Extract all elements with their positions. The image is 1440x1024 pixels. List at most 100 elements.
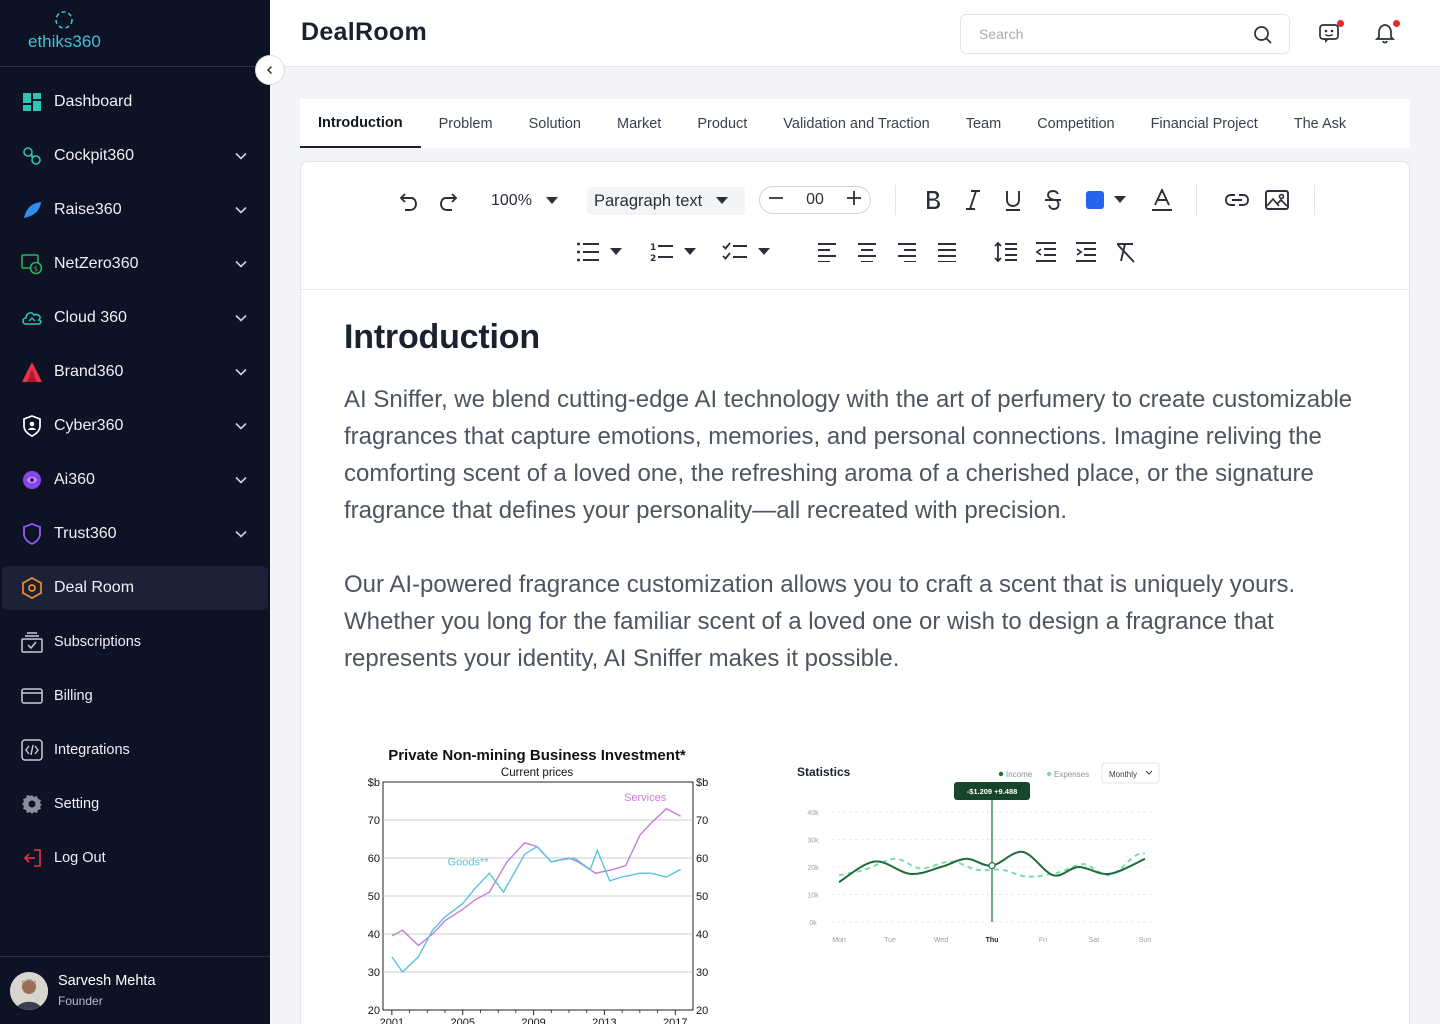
sidebar-item-brand360[interactable]: Brand360: [0, 345, 270, 399]
sidebar-item-subscriptions[interactable]: Subscriptions: [0, 615, 270, 669]
font-size-value[interactable]: 00: [806, 191, 824, 209]
font-size-stepper: 00: [759, 186, 871, 214]
decrease-font-size-button[interactable]: [768, 190, 784, 211]
notifications-button[interactable]: [1374, 20, 1400, 46]
chevron-down-icon[interactable]: [234, 311, 248, 325]
sidebar-item-raise360[interactable]: Raise360: [0, 183, 270, 237]
tab-solution[interactable]: Solution: [511, 99, 599, 148]
sidebar-item-deal-room[interactable]: Deal Room: [2, 566, 268, 610]
document-heading[interactable]: Introduction: [344, 318, 1366, 357]
tab-validation-and-traction[interactable]: Validation and Traction: [765, 99, 947, 148]
strikethrough-button[interactable]: [1040, 187, 1066, 213]
cloud-icon: [20, 306, 44, 330]
italic-button[interactable]: [960, 187, 986, 213]
chevron-down-icon[interactable]: [234, 365, 248, 379]
chevron-down-icon[interactable]: [234, 203, 248, 217]
integrations-icon: [20, 738, 44, 762]
chevron-down-icon[interactable]: [234, 473, 248, 487]
document-paragraph[interactable]: Our AI-powered fragrance customization a…: [344, 566, 1366, 677]
sidebar-item-cyber360[interactable]: Cyber360: [0, 399, 270, 453]
sidebar-item-label: Trust360: [54, 525, 117, 542]
cockpit-icon: [20, 144, 44, 168]
gear-icon: [20, 792, 44, 816]
tab-product[interactable]: Product: [679, 99, 765, 148]
search-icon[interactable]: [1253, 25, 1273, 50]
zoom-select[interactable]: 100%: [491, 188, 558, 214]
numbered-list-button[interactable]: 12: [645, 239, 701, 265]
chevron-down-icon[interactable]: [234, 257, 248, 271]
collapse-sidebar-button[interactable]: [255, 55, 285, 85]
y-tick-label: 0k: [809, 920, 817, 927]
bulleted-list-button[interactable]: [571, 239, 627, 265]
sidebar-item-logout[interactable]: Log Out: [0, 831, 270, 885]
color-swatch-icon: [1085, 191, 1104, 209]
bold-button[interactable]: [920, 187, 946, 213]
x-tick-label: Sat: [1089, 937, 1100, 944]
toolbar-divider: [1196, 185, 1197, 215]
statistics-chart[interactable]: Statistics Income Expenses Monthly 0k 10k 20k…: [791, 750, 1161, 980]
sidebar-item-dashboard[interactable]: Dashboard: [0, 75, 270, 129]
brand-logo[interactable]: ethiks360: [28, 10, 101, 52]
sidebar-item-cloud360[interactable]: Cloud 360: [0, 291, 270, 345]
tab-financial-project[interactable]: Financial Project: [1133, 99, 1276, 148]
chart-subtitle: Current prices: [501, 767, 573, 779]
deal-room-icon: [20, 576, 44, 600]
y-tick-label: 30: [368, 967, 380, 979]
insert-image-button[interactable]: [1264, 187, 1290, 213]
underline-button[interactable]: [1000, 187, 1026, 213]
search-input[interactable]: [979, 15, 1249, 53]
editor-toolbar: 100% Paragraph text 00 1 2: [301, 162, 1409, 290]
period-select-value: Monthly: [1109, 770, 1137, 779]
tab-introduction[interactable]: Introduction: [300, 99, 421, 148]
indent-icon: [1076, 242, 1096, 262]
font-color-button[interactable]: [1149, 187, 1175, 213]
document-paragraph[interactable]: AI Sniffer, we blend cutting-edge AI tec…: [344, 381, 1366, 529]
checklist-button[interactable]: [718, 239, 774, 265]
bulleted-list-icon: [577, 242, 599, 262]
align-left-button[interactable]: [814, 239, 840, 265]
insert-link-button[interactable]: [1224, 187, 1250, 213]
tab-problem[interactable]: Problem: [421, 99, 511, 148]
align-center-button[interactable]: [854, 239, 880, 265]
svg-text:2: 2: [650, 254, 656, 263]
sidebar-item-ai360[interactable]: Ai360: [0, 453, 270, 507]
tab-team[interactable]: Team: [948, 99, 1019, 148]
sidebar-item-cockpit360[interactable]: Cockpit360: [0, 129, 270, 183]
sidebar-item-trust360[interactable]: Trust360: [0, 507, 270, 561]
sidebar-item-label: Cyber360: [54, 417, 124, 434]
document-body[interactable]: Introduction AI Sniffer, we blend cuttin…: [301, 290, 1409, 742]
toolbar-divider: [895, 185, 896, 215]
sidebar-item-setting[interactable]: Setting: [0, 777, 270, 831]
paragraph-style-select[interactable]: Paragraph text: [587, 187, 745, 215]
caret-down-icon: [684, 248, 696, 255]
chevron-down-icon[interactable]: [234, 149, 248, 163]
numbered-list-icon: 12: [650, 243, 673, 263]
line-height-button[interactable]: [993, 239, 1019, 265]
undo-button[interactable]: [395, 188, 421, 214]
ethiks-logo-icon: [55, 11, 73, 29]
notification-dot: [1337, 20, 1344, 27]
y-axis-unit-right: $b: [696, 777, 708, 789]
text-color-picker[interactable]: [1083, 189, 1127, 211]
align-right-button[interactable]: [894, 239, 920, 265]
rich-text-editor: 100% Paragraph text 00 1 2 Introduction …: [300, 161, 1410, 1024]
tab-the-ask[interactable]: The Ask: [1276, 99, 1364, 148]
sidebar-item-integrations[interactable]: Integrations: [0, 723, 270, 777]
sidebar-item-netzero360[interactable]: $ NetZero360: [0, 237, 270, 291]
investment-chart[interactable]: Private Non-mining Business Investment* …: [349, 742, 729, 1024]
increase-font-size-button[interactable]: [846, 190, 862, 211]
clear-formatting-button[interactable]: [1113, 239, 1139, 265]
sidebar-item-billing[interactable]: Billing: [0, 669, 270, 723]
chevron-down-icon[interactable]: [234, 527, 248, 541]
redo-button[interactable]: [436, 188, 462, 214]
outdent-button[interactable]: [1033, 239, 1059, 265]
notification-dot: [1393, 20, 1400, 27]
tab-competition[interactable]: Competition: [1019, 99, 1132, 148]
billing-icon: [20, 684, 44, 708]
tab-market[interactable]: Market: [599, 99, 679, 148]
chat-button[interactable]: [1318, 20, 1344, 46]
align-justify-button[interactable]: [934, 239, 960, 265]
user-profile[interactable]: Sarvesh Mehta Founder: [0, 956, 270, 1024]
chevron-down-icon[interactable]: [234, 419, 248, 433]
indent-button[interactable]: [1073, 239, 1099, 265]
